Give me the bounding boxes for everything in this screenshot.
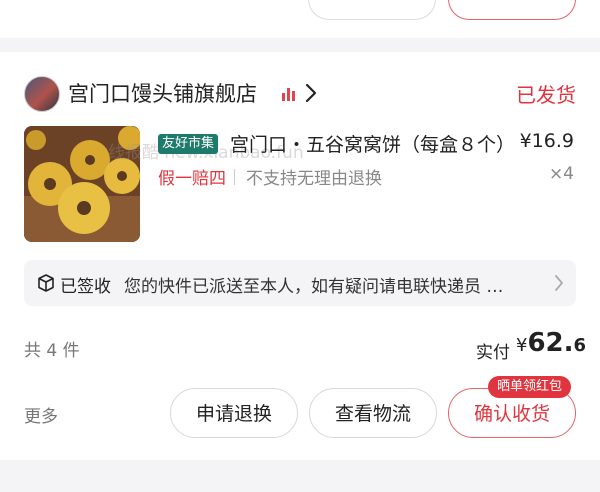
product-tag: 友好市集 (158, 134, 219, 154)
previous-order-card (0, 0, 600, 38)
paid-amount: ¥62.6 (516, 328, 586, 358)
paid-integer: 62. (527, 328, 574, 358)
order-status: 已发货 (516, 83, 576, 107)
product-title[interactable]: 宫门口・五谷窝窝饼（每盒８个） (230, 130, 515, 157)
chevron-right-icon (555, 275, 563, 291)
store-header[interactable]: 宫门口馒头铺旗舰店 已发货 (24, 76, 576, 112)
previous-order-primary-button[interactable] (448, 0, 576, 20)
box-icon (38, 274, 54, 292)
chevron-right-icon[interactable] (304, 82, 318, 104)
delivery-message: 您的快件已派送至本人，如有疑问请电联快递员 … (124, 277, 504, 297)
return-policy: 不支持无理由退换 (246, 169, 382, 189)
paid-label: 实付 (476, 343, 510, 363)
store-name[interactable]: 宫门口馒头铺旗舰店 (68, 78, 257, 108)
redpacket-badge: 晒单领红包 (488, 376, 572, 398)
store-avatar (24, 76, 60, 112)
item-count: 共 4 件 (24, 341, 80, 361)
more-button[interactable]: 更多 (24, 402, 58, 427)
refund-button[interactable]: 申请退换 (170, 388, 298, 438)
divider (234, 169, 235, 185)
order-card: 宫门口馒头铺旗舰店 已发货 线报酷 new.xianbao.fun 友好市集 宫… (0, 52, 600, 460)
guarantee-label: 假一赔四 (158, 169, 226, 189)
delivery-status-bar[interactable]: 已签收 您的快件已派送至本人，如有疑问请电联快递员 … (24, 260, 576, 306)
logistics-button[interactable]: 查看物流 (309, 388, 437, 438)
paid-decimal: 6 (573, 335, 587, 356)
bars-icon (282, 87, 300, 101)
previous-order-button[interactable] (308, 0, 436, 20)
paid-currency: ¥ (516, 335, 528, 356)
product-price: ¥16.9 (519, 130, 574, 152)
product-quantity: ×4 (548, 164, 574, 184)
delivery-status: 已签收 (60, 277, 111, 297)
